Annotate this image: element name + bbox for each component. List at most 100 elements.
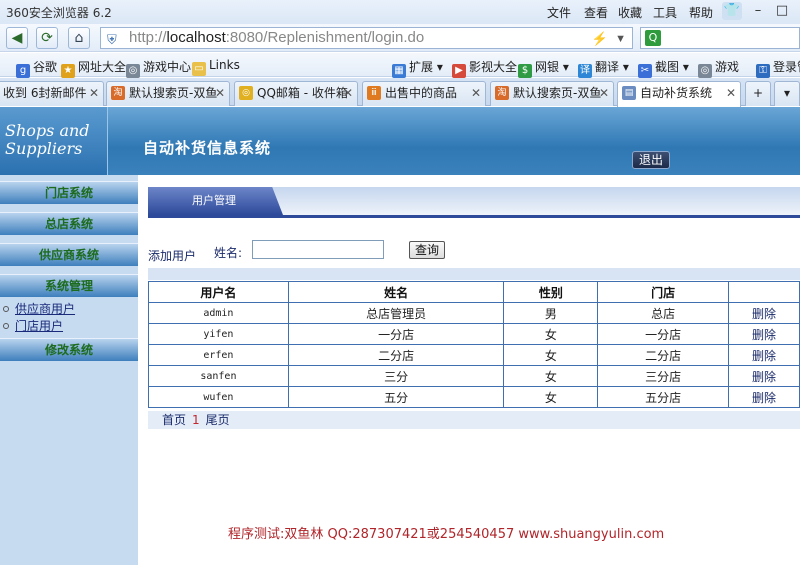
delete-link[interactable]: 删除	[728, 365, 800, 387]
tab-goods[interactable]: ⅲ 出售中的商品 ✕	[362, 81, 486, 106]
fav-google[interactable]: g 谷歌	[16, 58, 57, 78]
logout-button[interactable]: 退出	[632, 151, 670, 169]
tab-qqmail[interactable]: ◎ QQ邮箱 - 收件箱 ✕	[234, 81, 358, 106]
last-page-link[interactable]: 尾页	[206, 413, 230, 427]
fav-label: Links	[209, 58, 240, 72]
tab-replenishment[interactable]: ▤ 自动补货系统 ✕	[617, 81, 741, 107]
shop-icon: ⅲ	[367, 86, 381, 100]
tab-search-2[interactable]: 淘默认搜索页-双鱼 ✕	[490, 81, 614, 106]
search-box[interactable]: Q	[640, 27, 800, 49]
plus-icon: +	[752, 86, 764, 100]
menu-help[interactable]: 帮助	[689, 4, 713, 21]
close-tab-icon[interactable]: ✕	[599, 82, 609, 105]
cell-username: yifen	[148, 323, 289, 345]
logo: Shops and Suppliers	[0, 107, 108, 175]
new-tab-button[interactable]: +	[745, 81, 771, 106]
refresh-icon: ⟳	[41, 30, 53, 46]
cell-name: 三分	[287, 365, 505, 387]
delete-link[interactable]: 删除	[728, 323, 800, 345]
close-tab-icon[interactable]: ✕	[471, 82, 481, 105]
app-header: Shops and Suppliers 自动补货信息系统 退出	[0, 107, 800, 175]
first-page-link[interactable]: 首页	[162, 413, 186, 427]
extension-icon: ▦	[392, 64, 406, 78]
close-tab-icon[interactable]: ✕	[215, 82, 225, 105]
cell-username: erfen	[148, 344, 289, 366]
bank-icon: $	[518, 64, 532, 78]
refresh-button[interactable]: ⟳	[36, 27, 58, 49]
fav-game-center[interactable]: ◎ 游戏中心	[126, 58, 191, 78]
menu-favorites[interactable]: 收藏	[618, 4, 642, 21]
tab-bar: 收到 6封新邮件 ✕ 淘默认搜索页-双鱼 ✕ ◎ QQ邮箱 - 收件箱 ✕ ⅲ 出售中的商…	[0, 78, 800, 107]
add-user-link[interactable]: 添加用户	[148, 247, 196, 264]
menu-tools[interactable]: 工具	[653, 4, 677, 21]
cell-username: wufen	[148, 386, 289, 408]
fav-screenshot[interactable]: ✂ 截图 ▾	[638, 58, 689, 78]
cell-username: sanfen	[148, 365, 289, 387]
sidebar-section-supplier[interactable]: 供应商系统	[0, 243, 138, 266]
sidebar-item-store-users[interactable]: 门店用户	[3, 317, 63, 334]
delete-link[interactable]: 删除	[728, 344, 800, 366]
sidebar-section-headquarters[interactable]: 总店系统	[0, 212, 138, 235]
cell-store: 五分店	[597, 386, 730, 408]
fav-links[interactable]: ▭ Links	[192, 58, 240, 76]
directory-icon: ★	[61, 64, 75, 78]
address-bar[interactable]: ⛨ http://localhost:8080/Replenishment/log…	[100, 27, 633, 49]
user-table: 用户名 姓名 性别 门店 admin 总店管理员 男 总店 删除 yifen 一…	[148, 281, 800, 408]
cell-gender: 女	[503, 365, 599, 387]
skin-icon[interactable]: 👕	[722, 2, 742, 20]
delete-link[interactable]: 删除	[728, 386, 800, 408]
menu-view[interactable]: 查看	[584, 4, 608, 21]
screenshot-icon: ✂	[638, 64, 652, 78]
taobao-icon: 淘	[111, 86, 125, 100]
close-tab-icon[interactable]: ✕	[343, 82, 353, 105]
translate-icon: 译	[578, 64, 592, 78]
minimize-icon[interactable]: –	[748, 2, 768, 20]
cell-name: 二分店	[287, 344, 505, 366]
close-tab-icon[interactable]: ✕	[89, 82, 99, 105]
current-page-number: 1	[192, 413, 200, 427]
fav-video[interactable]: ▶ 影视大全	[452, 58, 517, 78]
close-tab-icon[interactable]: ✕	[726, 82, 736, 105]
fav-label: 网银	[535, 60, 560, 74]
sidebar-section-system-admin[interactable]: 系统管理	[0, 274, 138, 297]
cell-gender: 女	[503, 323, 599, 345]
delete-link[interactable]: 删除	[728, 302, 800, 324]
fav-translate[interactable]: 译翻译 ▾	[578, 58, 629, 78]
video-icon: ▶	[452, 64, 466, 78]
sidebar-section-modify[interactable]: 修改系统	[0, 338, 138, 361]
tab-list-button[interactable]: ▾	[774, 81, 800, 106]
url-path: :8080/Replenishment/login.do	[225, 29, 425, 46]
name-search-input[interactable]	[252, 240, 384, 259]
search-engine-icon[interactable]: Q	[645, 30, 661, 46]
folder-icon: ▭	[192, 62, 206, 76]
sidebar-item-supplier-users[interactable]: 供应商用户	[3, 300, 75, 317]
table-header-row: 用户名 姓名 性别 门店	[148, 281, 800, 303]
maximize-icon[interactable]: □	[772, 2, 792, 20]
tab-mail[interactable]: 收到 6封新邮件 ✕	[0, 81, 104, 106]
security-shield-icon: ⛨	[107, 32, 117, 47]
fav-bank[interactable]: $ 网银 ▾	[518, 58, 569, 78]
cell-store: 二分店	[597, 344, 730, 366]
fav-login[interactable]: ⚿登录管	[756, 58, 800, 78]
cell-store: 总店	[597, 302, 730, 324]
home-button[interactable]: ⌂	[68, 27, 90, 49]
toolbar-divider	[148, 268, 800, 280]
login-icon: ⚿	[756, 64, 770, 78]
menu-file[interactable]: 文件	[547, 4, 571, 21]
fav-label: 登录管	[773, 60, 800, 74]
cell-store: 三分店	[597, 365, 730, 387]
fav-extensions[interactable]: ▦ 扩展 ▾	[392, 58, 443, 78]
tab-search-1[interactable]: 淘默认搜索页-双鱼 ✕	[106, 81, 230, 106]
pagination: 首页 1 尾页	[148, 411, 800, 429]
back-button[interactable]: ◀	[6, 27, 28, 49]
cell-name: 总店管理员	[287, 302, 505, 324]
query-button[interactable]: 查询	[409, 241, 445, 259]
url-host: localhost	[166, 29, 226, 46]
fav-game[interactable]: ◎ 游戏	[698, 58, 739, 78]
sidebar-section-store[interactable]: 门店系统	[0, 181, 138, 204]
fav-directory[interactable]: ★ 网址大全	[61, 58, 126, 78]
page-icon: ▤	[622, 86, 636, 100]
address-dropdown-icon[interactable]: ▼	[615, 29, 626, 49]
column-header-gender: 性别	[503, 281, 599, 303]
speed-mode-icon[interactable]: ⚡	[592, 29, 608, 49]
